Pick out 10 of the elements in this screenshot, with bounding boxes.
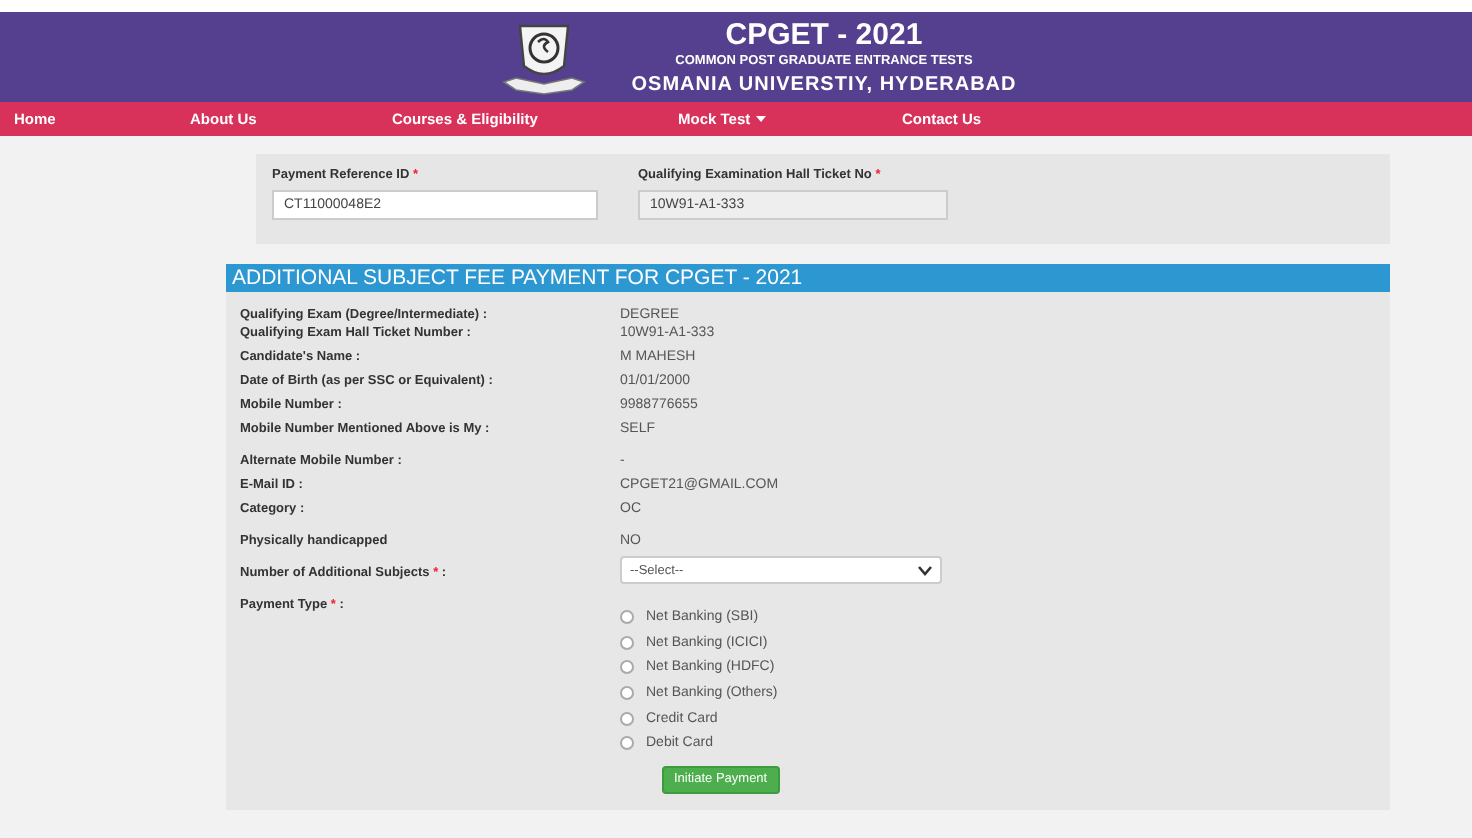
university-name: OSMANIA UNIVERSTIY, HYDERABAD (631, 71, 1017, 97)
radio-button[interactable] (620, 609, 634, 624)
radio-button[interactable] (620, 736, 634, 751)
radio-button[interactable] (620, 660, 634, 675)
chevron-down-icon (918, 565, 932, 575)
site-title: CPGET - 2021 (725, 17, 923, 51)
section-title: ADDITIONAL SUBJECT FEE PAYMENT FOR CPGET - 2021 (226, 264, 1390, 292)
radio-button[interactable] (620, 685, 634, 700)
radio-button[interactable] (620, 711, 634, 726)
radio-button[interactable] (620, 635, 634, 650)
